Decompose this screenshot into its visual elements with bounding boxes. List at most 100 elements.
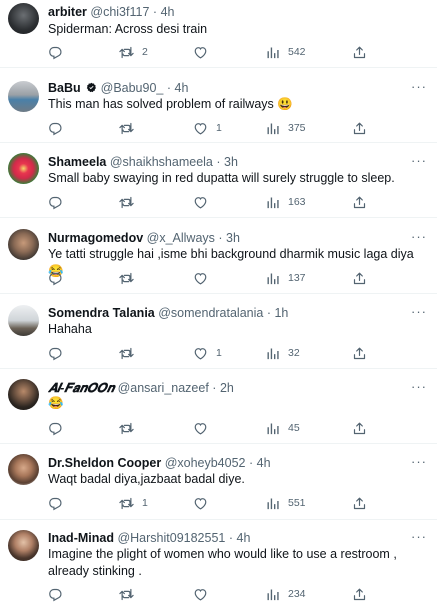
share-button[interactable] (352, 345, 367, 361)
username[interactable]: @x_Allways (147, 231, 215, 245)
reply-icon (48, 45, 63, 60)
share-button[interactable] (352, 495, 367, 511)
like-button[interactable]: 1 (193, 345, 222, 361)
views-button[interactable]: 137 (265, 270, 306, 286)
retweet-button[interactable] (119, 120, 142, 136)
retweet-button[interactable] (119, 586, 142, 602)
share-button[interactable] (352, 270, 367, 286)
views-count: 551 (288, 497, 306, 509)
display-name[interactable]: arbiter (48, 5, 87, 19)
retweet-button[interactable] (119, 420, 142, 436)
views-button[interactable]: 32 (265, 345, 300, 361)
timestamp[interactable]: 4h (175, 81, 189, 95)
separator-dot: · (248, 456, 254, 470)
views-button[interactable]: 163 (265, 194, 306, 210)
timestamp[interactable]: 4h (237, 531, 251, 545)
views-icon (265, 121, 280, 136)
avatar[interactable] (8, 379, 39, 410)
username[interactable]: @Harshit09182551 (117, 531, 225, 545)
reply-button[interactable] (48, 194, 71, 210)
separator-dot: · (216, 155, 221, 169)
retweet-icon (119, 45, 134, 60)
views-count: 163 (288, 196, 306, 208)
more-options-icon[interactable]: ··· (411, 379, 427, 394)
avatar[interactable] (8, 530, 39, 561)
display-name[interactable]: Inad-Minad (48, 531, 114, 545)
reply-button[interactable] (48, 270, 71, 286)
display-name[interactable]: Somendra Talania (48, 306, 155, 320)
more-options-icon[interactable]: ··· (411, 454, 427, 469)
timestamp[interactable]: 3h (224, 155, 238, 169)
avatar[interactable] (8, 3, 39, 34)
avatar[interactable] (8, 454, 39, 485)
username[interactable]: @xoheyb4052 (165, 456, 246, 470)
reply-button[interactable] (48, 345, 71, 361)
retweet-button[interactable] (119, 270, 142, 286)
like-button[interactable] (193, 495, 216, 511)
display-name[interactable]: Dr.Sheldon Cooper (48, 456, 161, 470)
timestamp[interactable]: 1h (274, 306, 288, 320)
tweet[interactable]: Shameela @shaikhshameela · 3h ··· Small … (0, 143, 437, 218)
share-button[interactable] (352, 586, 367, 602)
username[interactable]: @somendratalania (158, 306, 263, 320)
timestamp[interactable]: 2h (220, 381, 234, 395)
timestamp[interactable]: 4h (257, 456, 271, 470)
username[interactable]: @ansari_nazeef (118, 381, 209, 395)
share-button[interactable] (352, 420, 367, 436)
like-button[interactable] (193, 420, 216, 436)
retweet-icon (119, 587, 134, 602)
views-button[interactable]: 234 (265, 586, 306, 602)
timestamp[interactable]: 3h (226, 231, 240, 245)
tweet[interactable]: Dr.Sheldon Cooper @xoheyb4052 · 4h ··· W… (0, 444, 437, 520)
tweet[interactable]: 𝑨𝒍-𝑭𝒂𝒏𝑶𝑶𝒏 @ansari_nazeef · 2h ··· 😂 45 (0, 369, 437, 444)
share-button[interactable] (352, 44, 367, 60)
display-name[interactable]: BaBu (48, 81, 81, 95)
avatar[interactable] (8, 229, 39, 260)
more-options-icon[interactable]: ··· (411, 153, 427, 168)
reply-button[interactable] (48, 44, 71, 60)
reply-button[interactable] (48, 586, 71, 602)
username[interactable]: @Babu90_ (101, 81, 164, 95)
share-button[interactable] (352, 120, 367, 136)
tweet[interactable]: Somendra Talania @somendratalania · 1h ·… (0, 294, 437, 369)
tweet[interactable]: Nurmagomedov @x_Allways · 3h ··· Ye tatt… (0, 218, 437, 294)
tweet-text: Hahaha (48, 322, 92, 336)
retweet-button[interactable] (119, 345, 142, 361)
display-name[interactable]: 𝑨𝒍-𝑭𝒂𝒏𝑶𝑶𝒏 (48, 381, 114, 395)
avatar[interactable] (8, 305, 39, 336)
views-button[interactable]: 375 (265, 120, 306, 136)
heart-icon (193, 121, 208, 136)
like-button[interactable]: 1 (193, 120, 222, 136)
views-button[interactable]: 45 (265, 420, 300, 436)
retweet-button[interactable] (119, 194, 142, 210)
reply-button[interactable] (48, 495, 71, 511)
like-button[interactable] (193, 194, 216, 210)
like-button[interactable] (193, 586, 216, 602)
views-button[interactable]: 542 (265, 44, 306, 60)
more-options-icon[interactable]: ··· (411, 229, 427, 244)
share-button[interactable] (352, 194, 367, 210)
display-name[interactable]: Nurmagomedov (48, 231, 143, 245)
like-button[interactable] (193, 270, 216, 286)
reply-button[interactable] (48, 420, 71, 436)
views-button[interactable]: 551 (265, 495, 306, 511)
username[interactable]: @shaikhshameela (110, 155, 213, 169)
username[interactable]: @chi3f117 (90, 5, 149, 19)
tweet-actions: 1 551 (48, 495, 437, 511)
retweet-button[interactable]: 1 (119, 495, 148, 511)
more-options-icon[interactable]: ··· (411, 304, 427, 319)
retweet-count: 1 (142, 497, 148, 509)
more-options-icon[interactable]: ··· (411, 529, 427, 544)
avatar[interactable] (8, 81, 39, 112)
verified-badge-icon[interactable] (86, 82, 97, 93)
more-options-icon[interactable]: ··· (411, 79, 427, 94)
tweet[interactable]: arbiter @chi3f117 · 4h Spiderman: Across… (0, 0, 437, 68)
tweet[interactable]: BaBu @Babu90_ · 4h ··· This man has solv… (0, 68, 437, 143)
tweet[interactable]: Inad-Minad @Harshit09182551 · 4h ··· Ima… (0, 520, 437, 607)
retweet-button[interactable]: 2 (119, 44, 148, 60)
avatar[interactable] (8, 153, 39, 184)
display-name[interactable]: Shameela (48, 155, 106, 169)
like-button[interactable] (193, 44, 216, 60)
reply-button[interactable] (48, 120, 71, 136)
timestamp[interactable]: 4h (161, 5, 175, 19)
